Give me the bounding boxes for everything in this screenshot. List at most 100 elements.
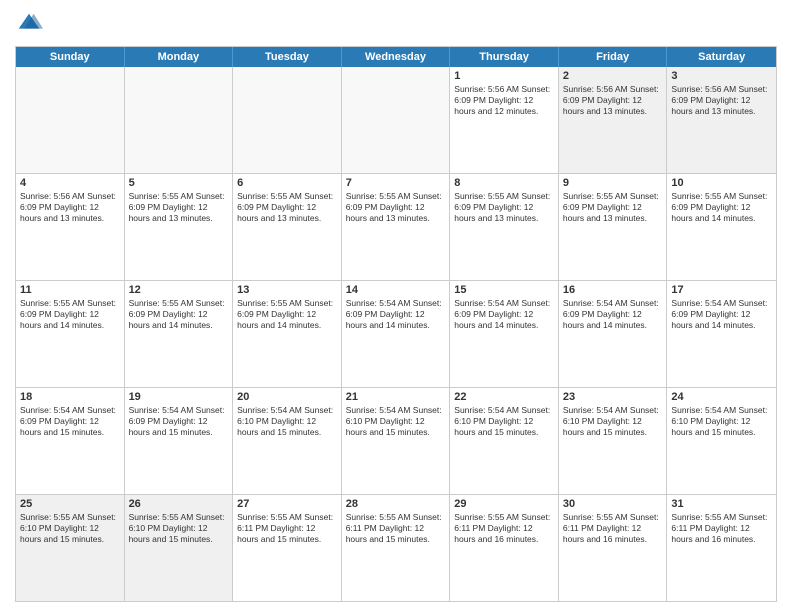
day-number-30: 30 — [563, 498, 663, 510]
calendar-row-3: 18 Sunrise: 5:54 AM Sunset: 6:09 PM Dayli… — [16, 388, 776, 495]
day-info-30: Sunrise: 5:55 AM Sunset: 6:11 PM Dayligh… — [563, 512, 663, 545]
day-info-6: Sunrise: 5:55 AM Sunset: 6:09 PM Dayligh… — [237, 191, 337, 224]
day-info-13: Sunrise: 5:55 AM Sunset: 6:09 PM Dayligh… — [237, 298, 337, 331]
day-cell-10: 10 Sunrise: 5:55 AM Sunset: 6:09 PM Dayli… — [667, 174, 776, 280]
day-info-3: Sunrise: 5:56 AM Sunset: 6:09 PM Dayligh… — [671, 84, 772, 117]
day-cell-5: 5 Sunrise: 5:55 AM Sunset: 6:09 PM Daylig… — [125, 174, 234, 280]
day-info-18: Sunrise: 5:54 AM Sunset: 6:09 PM Dayligh… — [20, 405, 120, 438]
day-info-24: Sunrise: 5:54 AM Sunset: 6:10 PM Dayligh… — [671, 405, 772, 438]
day-number-4: 4 — [20, 177, 120, 189]
day-number-7: 7 — [346, 177, 446, 189]
day-info-10: Sunrise: 5:55 AM Sunset: 6:09 PM Dayligh… — [671, 191, 772, 224]
day-number-3: 3 — [671, 70, 772, 82]
day-number-23: 23 — [563, 391, 663, 403]
header — [15, 10, 777, 38]
day-number-15: 15 — [454, 284, 554, 296]
day-cell-29: 29 Sunrise: 5:55 AM Sunset: 6:11 PM Dayli… — [450, 495, 559, 601]
day-info-15: Sunrise: 5:54 AM Sunset: 6:09 PM Dayligh… — [454, 298, 554, 331]
calendar-row-1: 4 Sunrise: 5:56 AM Sunset: 6:09 PM Daylig… — [16, 174, 776, 281]
day-number-24: 24 — [671, 391, 772, 403]
day-info-23: Sunrise: 5:54 AM Sunset: 6:10 PM Dayligh… — [563, 405, 663, 438]
day-number-9: 9 — [563, 177, 663, 189]
day-number-21: 21 — [346, 391, 446, 403]
day-number-5: 5 — [129, 177, 229, 189]
day-cell-16: 16Sunrise: 5:54 AM Sunset: 6:09 PM Dayli… — [559, 281, 668, 387]
day-cell-21: 21 Sunrise: 5:54 AM Sunset: 6:10 PM Dayli… — [342, 388, 451, 494]
day-info-21: Sunrise: 5:54 AM Sunset: 6:10 PM Dayligh… — [346, 405, 446, 438]
empty-cell-0-1 — [125, 67, 234, 173]
day-number-20: 20 — [237, 391, 337, 403]
day-number-26: 26 — [129, 498, 229, 510]
day-cell-13: 13 Sunrise: 5:55 AM Sunset: 6:09 PM Dayli… — [233, 281, 342, 387]
weekday-header-friday: Friday — [559, 47, 668, 67]
day-cell-19: 19 Sunrise: 5:54 AM Sunset: 6:09 PM Dayli… — [125, 388, 234, 494]
day-number-11: 11 — [20, 284, 120, 296]
day-cell-15: 15 Sunrise: 5:54 AM Sunset: 6:09 PM Dayli… — [450, 281, 559, 387]
calendar-row-2: 11 Sunrise: 5:55 AM Sunset: 6:09 PM Dayli… — [16, 281, 776, 388]
day-info-8: Sunrise: 5:55 AM Sunset: 6:09 PM Dayligh… — [454, 191, 554, 224]
day-number-25: 25 — [20, 498, 120, 510]
day-number-13: 13 — [237, 284, 337, 296]
day-info-20: Sunrise: 5:54 AM Sunset: 6:10 PM Dayligh… — [237, 405, 337, 438]
calendar-header: SundayMondayTuesdayWednesdayThursdayFrid… — [16, 47, 776, 67]
day-info-1: Sunrise: 5:56 AM Sunset: 6:09 PM Dayligh… — [454, 84, 554, 117]
day-cell-26: 26 Sunrise: 5:55 AM Sunset: 6:10 PM Dayli… — [125, 495, 234, 601]
weekday-header-saturday: Saturday — [667, 47, 776, 67]
weekday-header-thursday: Thursday — [450, 47, 559, 67]
day-cell-27: 27 Sunrise: 5:55 AM Sunset: 6:11 PM Dayli… — [233, 495, 342, 601]
day-number-19: 19 — [129, 391, 229, 403]
day-info-5: Sunrise: 5:55 AM Sunset: 6:09 PM Dayligh… — [129, 191, 229, 224]
day-cell-12: 12Sunrise: 5:55 AM Sunset: 6:09 PM Dayli… — [125, 281, 234, 387]
logo — [15, 10, 47, 38]
day-info-19: Sunrise: 5:54 AM Sunset: 6:09 PM Dayligh… — [129, 405, 229, 438]
day-info-29: Sunrise: 5:55 AM Sunset: 6:11 PM Dayligh… — [454, 512, 554, 545]
calendar: SundayMondayTuesdayWednesdayThursdayFrid… — [15, 46, 777, 602]
day-info-4: Sunrise: 5:56 AM Sunset: 6:09 PM Dayligh… — [20, 191, 120, 224]
day-number-18: 18 — [20, 391, 120, 403]
day-number-12: 12 — [129, 284, 229, 296]
day-cell-28: 28Sunrise: 5:55 AM Sunset: 6:11 PM Dayli… — [342, 495, 451, 601]
day-cell-11: 11 Sunrise: 5:55 AM Sunset: 6:09 PM Dayli… — [16, 281, 125, 387]
day-cell-3: 3 Sunrise: 5:56 AM Sunset: 6:09 PM Daylig… — [667, 67, 776, 173]
day-info-14: Sunrise: 5:54 AM Sunset: 6:09 PM Dayligh… — [346, 298, 446, 331]
day-cell-17: 17 Sunrise: 5:54 AM Sunset: 6:09 PM Dayli… — [667, 281, 776, 387]
day-cell-23: 23 Sunrise: 5:54 AM Sunset: 6:10 PM Dayli… — [559, 388, 668, 494]
day-number-6: 6 — [237, 177, 337, 189]
day-cell-22: 22Sunrise: 5:54 AM Sunset: 6:10 PM Dayli… — [450, 388, 559, 494]
day-info-11: Sunrise: 5:55 AM Sunset: 6:09 PM Dayligh… — [20, 298, 120, 331]
day-number-22: 22 — [454, 391, 554, 403]
day-info-25: Sunrise: 5:55 AM Sunset: 6:10 PM Dayligh… — [20, 512, 120, 545]
day-info-7: Sunrise: 5:55 AM Sunset: 6:09 PM Dayligh… — [346, 191, 446, 224]
day-number-10: 10 — [671, 177, 772, 189]
day-number-16: 16 — [563, 284, 663, 296]
day-info-17: Sunrise: 5:54 AM Sunset: 6:09 PM Dayligh… — [671, 298, 772, 331]
day-info-26: Sunrise: 5:55 AM Sunset: 6:10 PM Dayligh… — [129, 512, 229, 545]
day-number-1: 1 — [454, 70, 554, 82]
day-cell-9: 9 Sunrise: 5:55 AM Sunset: 6:09 PM Daylig… — [559, 174, 668, 280]
day-info-31: Sunrise: 5:55 AM Sunset: 6:11 PM Dayligh… — [671, 512, 772, 545]
day-number-27: 27 — [237, 498, 337, 510]
calendar-body: 1 Sunrise: 5:56 AM Sunset: 6:09 PM Daylig… — [16, 67, 776, 601]
calendar-row-4: 25 Sunrise: 5:55 AM Sunset: 6:10 PM Dayli… — [16, 495, 776, 601]
day-info-2: Sunrise: 5:56 AM Sunset: 6:09 PM Dayligh… — [563, 84, 663, 117]
day-cell-20: 20 Sunrise: 5:54 AM Sunset: 6:10 PM Dayli… — [233, 388, 342, 494]
weekday-header-sunday: Sunday — [16, 47, 125, 67]
day-number-28: 28 — [346, 498, 446, 510]
day-cell-25: 25 Sunrise: 5:55 AM Sunset: 6:10 PM Dayli… — [16, 495, 125, 601]
day-cell-18: 18 Sunrise: 5:54 AM Sunset: 6:09 PM Dayli… — [16, 388, 125, 494]
page: SundayMondayTuesdayWednesdayThursdayFrid… — [0, 0, 792, 612]
day-number-29: 29 — [454, 498, 554, 510]
day-cell-4: 4 Sunrise: 5:56 AM Sunset: 6:09 PM Daylig… — [16, 174, 125, 280]
day-number-17: 17 — [671, 284, 772, 296]
weekday-header-tuesday: Tuesday — [233, 47, 342, 67]
day-info-27: Sunrise: 5:55 AM Sunset: 6:11 PM Dayligh… — [237, 512, 337, 545]
day-cell-31: 31 Sunrise: 5:55 AM Sunset: 6:11 PM Dayli… — [667, 495, 776, 601]
day-cell-30: 30 Sunrise: 5:55 AM Sunset: 6:11 PM Dayli… — [559, 495, 668, 601]
day-cell-1: 1 Sunrise: 5:56 AM Sunset: 6:09 PM Daylig… — [450, 67, 559, 173]
day-cell-7: 7 Sunrise: 5:55 AM Sunset: 6:09 PM Daylig… — [342, 174, 451, 280]
weekday-header-monday: Monday — [125, 47, 234, 67]
day-info-9: Sunrise: 5:55 AM Sunset: 6:09 PM Dayligh… — [563, 191, 663, 224]
day-number-31: 31 — [671, 498, 772, 510]
logo-icon — [15, 10, 43, 38]
day-cell-6: 6 Sunrise: 5:55 AM Sunset: 6:09 PM Daylig… — [233, 174, 342, 280]
